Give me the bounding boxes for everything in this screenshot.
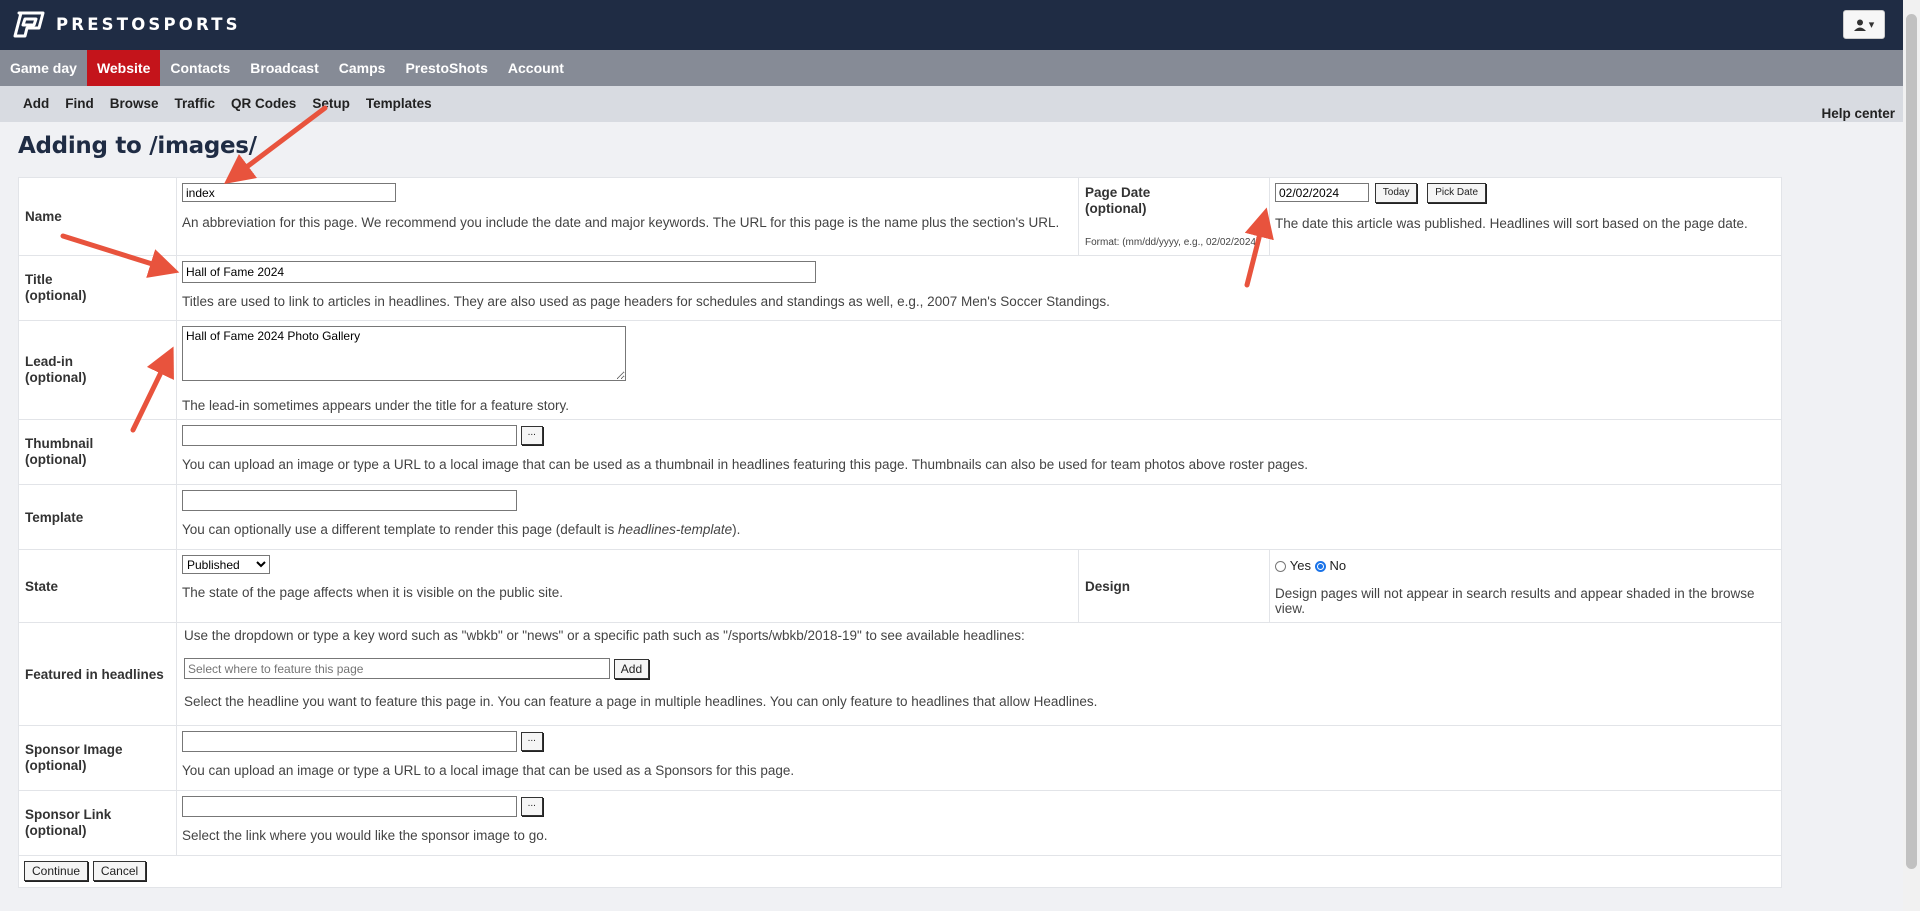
leadin-textarea[interactable]: Hall of Fame 2024 Photo Gallery [182,326,626,381]
name-label: Name [18,177,177,256]
subnav-templates[interactable]: Templates [358,86,440,122]
design-no-label: No [1329,558,1347,573]
template-label: Template [18,484,177,550]
featured-help: Select the headline you want to feature … [184,694,1098,709]
presto-logo-icon [13,11,45,38]
nav-prestoshots[interactable]: PrestoShots [395,50,497,86]
sponsor-image-browse-button[interactable]: ... [520,732,543,752]
state-label: State [18,549,177,623]
brand-logo[interactable]: PRESTOSPORTS [13,11,241,38]
leadin-help: The lead-in sometimes appears under the … [182,398,569,413]
subnav-browse[interactable]: Browse [102,86,167,122]
name-help: An abbreviation for this page. We recomm… [182,215,1060,230]
cancel-button[interactable]: Cancel [92,861,147,881]
page-scrollbar[interactable] [1903,0,1920,911]
thumbnail-label: Thumbnail (optional) [18,419,177,485]
nav-camps[interactable]: Camps [329,50,396,86]
title-help: Titles are used to link to articles in h… [182,294,1110,309]
thumbnail-input[interactable] [182,425,517,446]
design-no-radio[interactable] [1314,560,1326,572]
thumbnail-help: You can upload an image or type a URL to… [182,457,1308,472]
main-nav: Game day Website Contacts Broadcast Camp… [0,50,1920,86]
nav-account[interactable]: Account [498,50,574,86]
scrollbar-thumb[interactable] [1906,14,1917,869]
subnav-add[interactable]: Add [0,86,57,122]
subnav-find[interactable]: Find [57,86,102,122]
featured-add-button[interactable]: Add [613,658,650,679]
today-button[interactable]: Today [1374,183,1418,203]
leadin-label: Lead-in (optional) [18,320,177,420]
state-help: The state of the page affects when it is… [182,585,563,600]
page-date-help: The date this article was published. Hea… [1275,216,1748,231]
nav-game-day[interactable]: Game day [0,50,87,86]
page-title: Adding to /images/ [18,133,257,159]
template-input[interactable] [182,490,517,511]
pick-date-button[interactable]: Pick Date [1427,183,1487,203]
page-form: Name An abbreviation for this page. We r… [18,177,1782,888]
sponsor-link-input[interactable] [182,796,517,817]
featured-label: Featured in headlines [18,622,177,726]
sponsor-image-help: You can upload an image or type a URL to… [182,763,795,778]
user-icon [1853,19,1866,31]
nav-contacts[interactable]: Contacts [160,50,240,86]
name-input[interactable] [182,183,396,202]
subnav-qr-codes[interactable]: QR Codes [223,86,304,122]
design-label: Design [1078,549,1270,623]
design-yes-label: Yes [1289,558,1311,573]
sponsor-image-input[interactable] [182,731,517,752]
sub-nav: Add Find Browse Traffic QR Codes Setup T… [0,86,1920,122]
caret-down-icon: ▾ [1868,19,1875,31]
help-center-link[interactable]: Help center [1821,96,1895,132]
design-help: Design pages will not appear in search r… [1275,586,1755,616]
title-input[interactable] [182,261,816,283]
user-menu-button[interactable]: ▾ [1843,10,1885,39]
title-label: Title (optional) [18,255,177,321]
template-help: You can optionally use a different templ… [182,522,741,537]
brand-name: PRESTOSPORTS [56,15,241,34]
state-select[interactable]: Published [182,555,270,574]
subnav-setup[interactable]: Setup [304,86,358,122]
page-date-input[interactable] [1275,183,1369,203]
page-date-format: Format: (mm/dd/yyyy, e.g., 02/02/2024) [1085,237,1260,248]
sponsor-link-help: Select the link where you would like the… [182,828,548,843]
nav-broadcast[interactable]: Broadcast [240,50,328,86]
subnav-traffic[interactable]: Traffic [167,86,224,122]
continue-button[interactable]: Continue [24,861,89,881]
featured-intro: Use the dropdown or type a key word such… [184,628,1025,643]
thumbnail-browse-button[interactable]: ... [520,426,543,446]
design-yes-radio[interactable] [1275,560,1286,572]
sponsor-link-label: Sponsor Link (optional) [18,790,177,856]
featured-search-input[interactable] [184,658,610,679]
page-date-label: Page Date (optional) Format: (mm/dd/yyyy… [1078,177,1270,256]
nav-website[interactable]: Website [86,50,161,86]
sponsor-image-label: Sponsor Image (optional) [18,725,177,791]
sponsor-link-browse-button[interactable]: ... [520,797,543,817]
top-bar: PRESTOSPORTS ▾ [0,0,1920,50]
template-default-name: headlines-template [618,522,733,537]
